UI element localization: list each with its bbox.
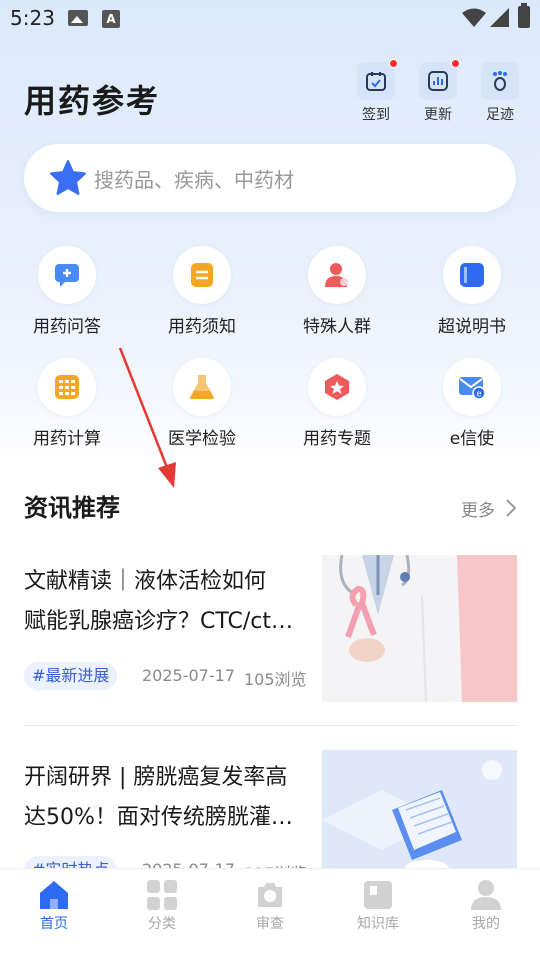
update-button[interactable]: 更新 [415,59,461,124]
photo-icon [68,10,88,26]
profile-icon [470,879,502,911]
nav-review[interactable]: 审查 [230,879,310,933]
chat-plus-icon [38,246,96,304]
grid-item-special-population[interactable]: 特殊人群 [277,246,397,337]
footprint-label: 足迹 [486,107,514,123]
annotation-arrow [118,347,176,488]
book-icon [443,246,501,304]
search-bar[interactable]: 搜药品、疾病、中药材 [24,144,516,212]
grid-label: 特殊人群 [303,317,371,337]
search-placeholder: 搜药品、疾病、中药材 [94,168,294,192]
news-thumbnail[interactable] [322,555,517,702]
svg-text:e: e [476,389,481,399]
grid-label: 用药专题 [303,429,371,449]
news-date: 2025-07-17 [142,666,235,685]
grid-label: 用药问答 [33,317,101,337]
doctor-image [322,555,517,702]
a-notification-icon: A [102,10,120,28]
knowledge-icon [362,879,394,911]
status-time: 5:23 [10,6,55,30]
nav-category[interactable]: 分类 [122,879,202,933]
hexagon-star-icon [308,358,366,416]
grid-item-medication-topic[interactable]: 用药专题 [277,358,397,449]
star-icon [50,160,86,195]
footprint-icon [481,62,519,100]
update-label: 更新 [424,107,452,123]
nav-label: 知识库 [357,916,399,932]
checkin-label: 签到 [362,107,390,123]
nav-label: 审查 [256,916,284,932]
news-title-line: 达50%！面对传统膀胱灌… [24,805,293,830]
news-title-line: 赋能乳腺癌诊疗？CTC/ct… [24,609,294,634]
person-icon [308,246,366,304]
news-tag[interactable]: #最新进展 [24,662,118,690]
grid-item-medication-notice[interactable]: 用药须知 [142,246,262,337]
wifi-icon [462,8,486,27]
bottom-nav: 首页 分类 审查 知识库 我的 [0,868,540,960]
home-icon [38,879,70,911]
badge-dot [451,59,460,68]
nav-label: 首页 [40,916,68,932]
news-title-line: 文献精读｜液体活检如何 [24,569,267,594]
battery-icon [518,3,530,28]
grid-icon [146,879,178,911]
status-bar: 5:23 A [0,0,540,36]
checkin-button[interactable]: 签到 [353,59,399,124]
signal-icon [490,8,509,27]
grid-label: e信使 [449,429,495,449]
nav-home[interactable]: 首页 [14,879,94,933]
grid-label: 用药计算 [33,429,101,449]
chevron-right-icon[interactable] [505,498,517,518]
bar-chart-icon [419,59,460,100]
review-icon [254,879,286,911]
badge-dot [389,59,398,68]
grid-item-e-messenger[interactable]: e e信使 [412,358,532,449]
calendar-check-icon [357,59,398,100]
grid-label: 用药须知 [168,317,236,337]
nav-knowledge[interactable]: 知识库 [338,879,418,933]
news-section-title: 资讯推荐 [24,494,120,522]
nav-profile[interactable]: 我的 [446,879,526,933]
news-divider [24,725,518,726]
mail-e-icon: e [443,358,501,416]
nav-label: 分类 [148,916,176,932]
news-item-title[interactable]: 文献精读｜液体活检如何 赋能乳腺癌诊疗？CTC/ct… [24,562,316,642]
notice-icon [173,246,231,304]
news-views: 105浏览 [244,670,307,689]
news-title-line: 开阔研界 | 膀胱癌复发率高 [24,765,288,790]
nav-label: 我的 [472,916,500,932]
app-title: 用药参考 [24,82,161,120]
more-link[interactable]: 更多 [461,496,495,521]
calculator-icon [38,358,96,416]
grid-item-dose-calculator[interactable]: 用药计算 [7,358,127,449]
footprint-button[interactable]: 足迹 [477,62,523,124]
news-item-title[interactable]: 开阔研界 | 膀胱癌复发率高 达50%！面对传统膀胱灌… [24,758,316,838]
grid-item-off-label[interactable]: 超说明书 [412,246,532,337]
grid-label: 超说明书 [438,317,506,337]
grid-item-medication-qa[interactable]: 用药问答 [7,246,127,337]
